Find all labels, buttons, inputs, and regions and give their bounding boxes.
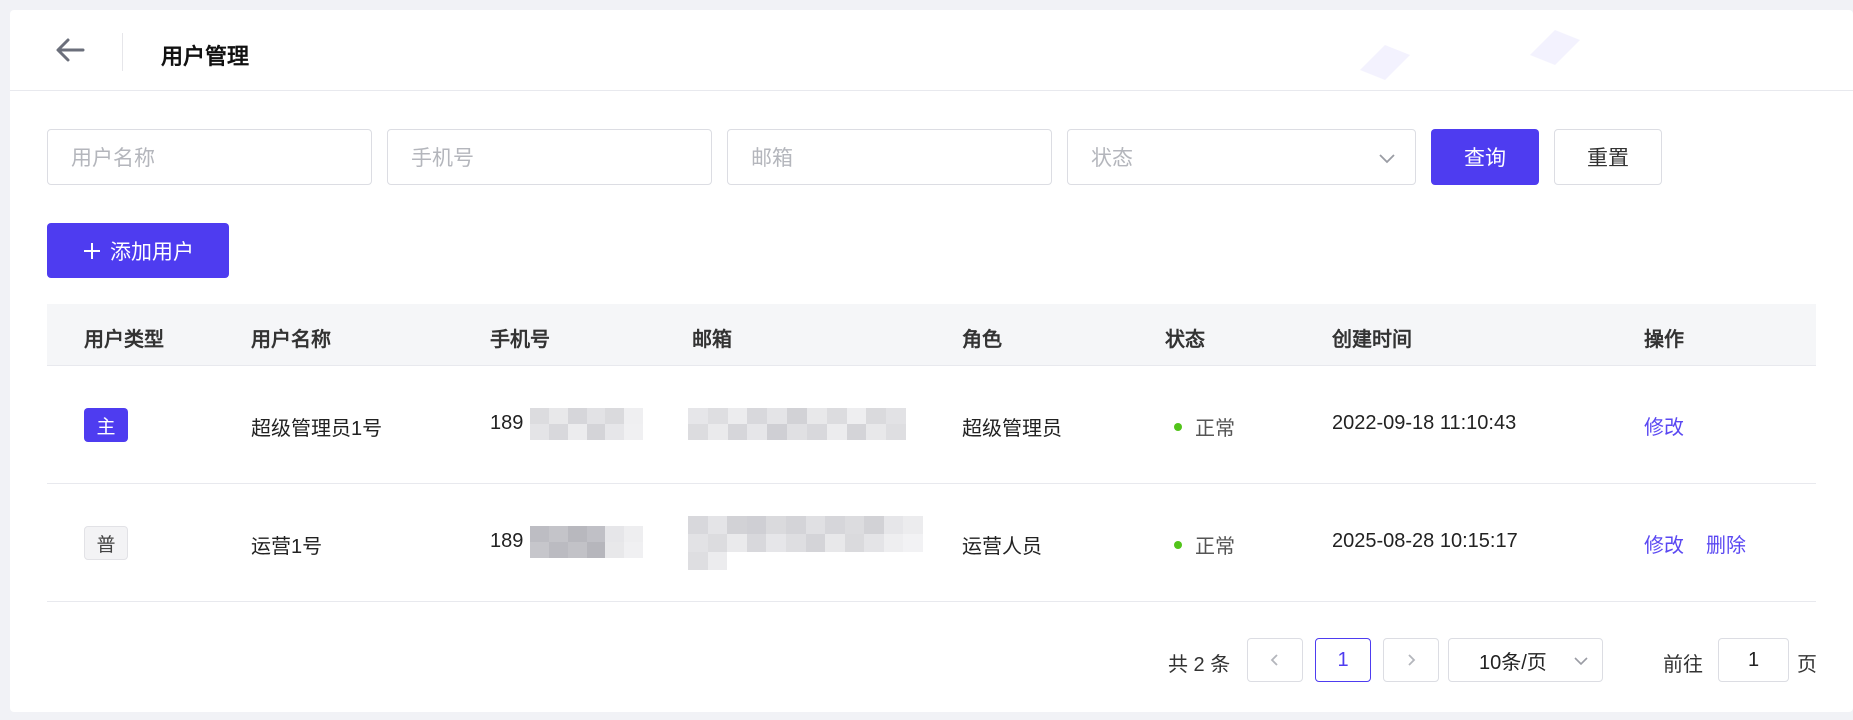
username-input[interactable]: 用户名称 [47, 129, 372, 185]
page-suffix: 页 [1797, 654, 1817, 676]
header-divider [122, 33, 123, 71]
username-cell: 超级管理员1号 [251, 418, 383, 440]
column-header: 手机号 [490, 329, 550, 351]
delete-link[interactable]: 删除 [1706, 529, 1746, 558]
phone-cell: 189 [490, 412, 523, 435]
username-placeholder: 用户名称 [71, 147, 155, 170]
phone-redacted [530, 408, 643, 440]
arrow-left-icon [56, 38, 85, 62]
watermark-logo [1360, 45, 1410, 80]
watermark-logo [1530, 30, 1580, 65]
back-button[interactable] [50, 32, 90, 68]
role-cell: 运营人员 [962, 536, 1042, 558]
email-redacted [688, 408, 906, 440]
chevron-right-icon [1408, 654, 1416, 666]
page-number-button[interactable]: 1 [1315, 638, 1371, 682]
table-row: 普 运营1号 189 运营人员 正常 2025-08-28 10:15:17 修… [47, 484, 1816, 602]
page-header: 用户管理 [10, 10, 1853, 91]
prev-page-button[interactable] [1247, 638, 1303, 682]
column-header: 创建时间 [1332, 329, 1412, 351]
next-page-button[interactable] [1383, 638, 1439, 682]
status-placeholder: 状态 [1091, 147, 1133, 170]
edit-link[interactable]: 修改 [1644, 529, 1684, 558]
column-header: 邮箱 [692, 329, 732, 351]
phone-input[interactable]: 手机号 [387, 129, 712, 185]
goto-page-input[interactable]: 1 [1718, 638, 1789, 682]
email-input[interactable]: 邮箱 [727, 129, 1052, 185]
column-header: 操作 [1644, 329, 1684, 351]
page-size-label: 10条/页 [1479, 651, 1547, 674]
user-table: 用户类型 用户名称 手机号 邮箱 角色 状态 创建时间 操作 主 超级管理员1号… [47, 304, 1816, 602]
user-type-badge: 主 [84, 408, 128, 442]
user-type-badge: 普 [84, 526, 128, 560]
phone-redacted [530, 526, 643, 558]
page-size-select[interactable]: 10条/页 [1448, 638, 1603, 682]
phone-prefix: 189 [490, 412, 524, 434]
created-time-cell: 2022-09-18 11:10:43 [1332, 412, 1517, 434]
status-dot [1174, 540, 1182, 549]
email-redacted [688, 516, 923, 570]
reset-button[interactable]: 重置 [1554, 129, 1662, 185]
add-user-button[interactable]: 添加用户 [47, 223, 229, 278]
column-header: 用户名称 [251, 329, 331, 351]
column-header: 状态 [1165, 329, 1205, 351]
status-text: 正常 [1195, 536, 1235, 558]
goto-label: 前往 [1663, 654, 1703, 676]
query-button[interactable]: 查询 [1431, 129, 1539, 185]
status-text: 正常 [1195, 418, 1235, 440]
plus-icon [84, 242, 100, 259]
edit-link[interactable]: 修改 [1644, 411, 1684, 440]
table-row: 主 超级管理员1号 189 超级管理员 正常 2022-09-18 11:10:… [47, 366, 1816, 484]
chevron-down-icon [1574, 657, 1588, 666]
chevron-left-icon [1270, 654, 1278, 666]
user-management-card: 用户管理 用户名称 手机号 邮箱 状态 查询 重置 添加用户 用户类型 用户名称… [10, 10, 1853, 712]
chevron-down-icon [1379, 154, 1395, 164]
status-dot [1174, 422, 1182, 431]
table-header: 用户类型 用户名称 手机号 邮箱 角色 状态 创建时间 操作 [47, 304, 1816, 366]
username-cell: 运营1号 [251, 536, 323, 558]
role-cell: 超级管理员 [962, 418, 1062, 440]
pagination: 共 2 条 1 10条/页 前往 1 页 [10, 638, 1853, 682]
status-cell: 正常 [1174, 530, 1235, 559]
column-header: 用户类型 [84, 329, 164, 351]
total-count: 共 2 条 [1168, 654, 1231, 676]
created-time-cell: 2025-08-28 10:15:17 [1332, 530, 1518, 552]
add-user-label: 添加用户 [110, 240, 194, 264]
phone-cell: 189 [490, 530, 523, 553]
email-placeholder: 邮箱 [751, 147, 793, 170]
column-header: 角色 [962, 329, 1002, 351]
phone-placeholder: 手机号 [411, 147, 474, 170]
status-select[interactable]: 状态 [1067, 129, 1416, 185]
status-cell: 正常 [1174, 412, 1235, 441]
phone-prefix: 189 [490, 530, 524, 552]
page-title: 用户管理 [161, 44, 250, 69]
